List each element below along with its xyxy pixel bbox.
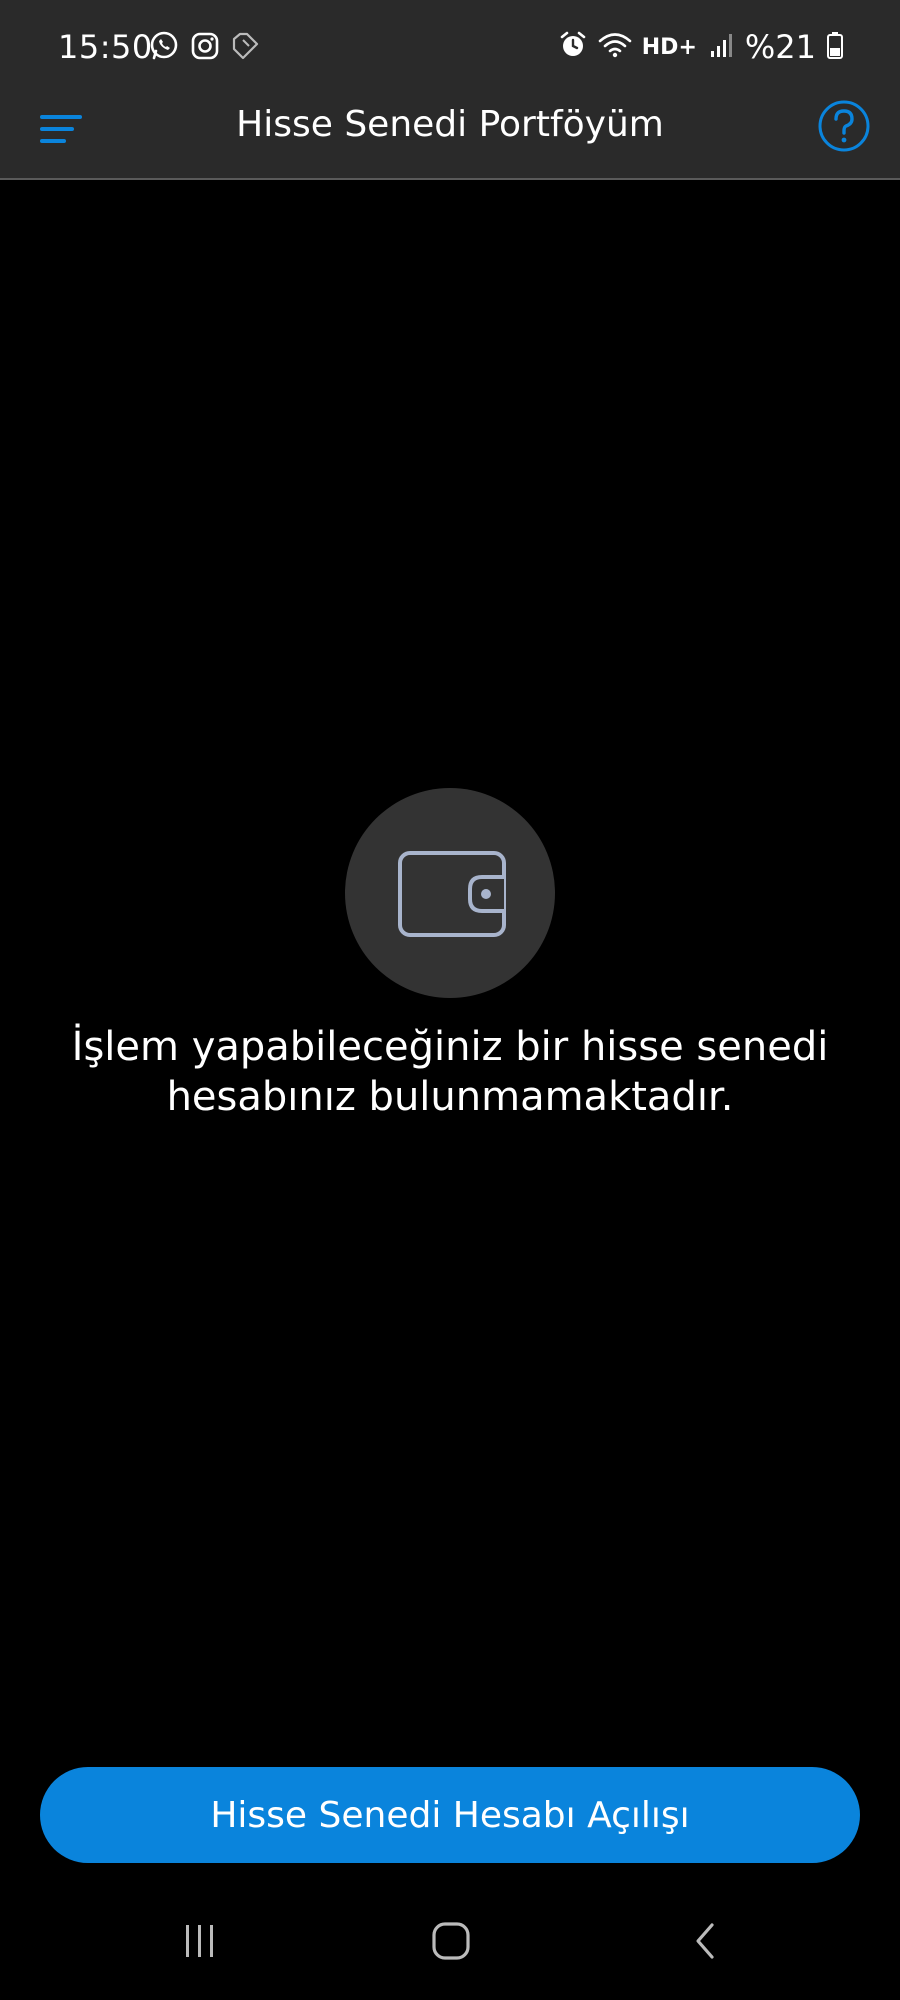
empty-state-message-line1: İşlem yapabileceğiniz bir hisse senedi — [71, 1024, 829, 1070]
open-stock-account-button[interactable]: Hisse Senedi Hesabı Açılışı — [40, 1767, 860, 1863]
back-button[interactable] — [676, 1916, 736, 1966]
home-button[interactable] — [421, 1916, 481, 1966]
help-circle-icon — [818, 100, 870, 152]
hamburger-menu-icon — [40, 115, 82, 143]
notification-icons — [148, 30, 260, 66]
tag-icon — [230, 31, 260, 65]
recent-apps-button[interactable] — [170, 1916, 230, 1966]
alarm-icon — [558, 30, 588, 64]
empty-state-message: İşlem yapabileceğiniz bir hisse senedi h… — [40, 1022, 860, 1122]
battery-percent: %21 — [744, 28, 816, 66]
help-button[interactable] — [816, 98, 872, 154]
page-title: Hisse Senedi Portföyüm — [236, 104, 664, 145]
app-header: Hisse Senedi Portföyüm — [0, 92, 900, 180]
signal-icon — [707, 31, 735, 63]
wifi-icon — [598, 30, 632, 64]
whatsapp-icon — [148, 30, 180, 66]
recent-apps-icon — [186, 1925, 213, 1957]
menu-button[interactable] — [36, 104, 86, 154]
system-status-icons: HD+ %21 — [558, 28, 844, 66]
instagram-icon — [190, 31, 220, 65]
home-icon — [432, 1922, 470, 1960]
status-bar: 15:50 HD+ %21 — [0, 0, 900, 92]
network-type: HD+ — [641, 34, 697, 60]
empty-state-icon-circle — [345, 788, 555, 998]
wallet-icon — [398, 851, 506, 937]
system-nav-bar — [0, 1880, 900, 2000]
screen: 15:50 HD+ %21 Hisse Senedi Portföyüm İşl… — [0, 0, 900, 2000]
status-time: 15:50 — [58, 28, 153, 66]
back-icon — [696, 1923, 714, 1959]
battery-icon — [826, 30, 844, 64]
empty-state-message-line2: hesabınız bulunmamaktadır. — [166, 1074, 734, 1120]
